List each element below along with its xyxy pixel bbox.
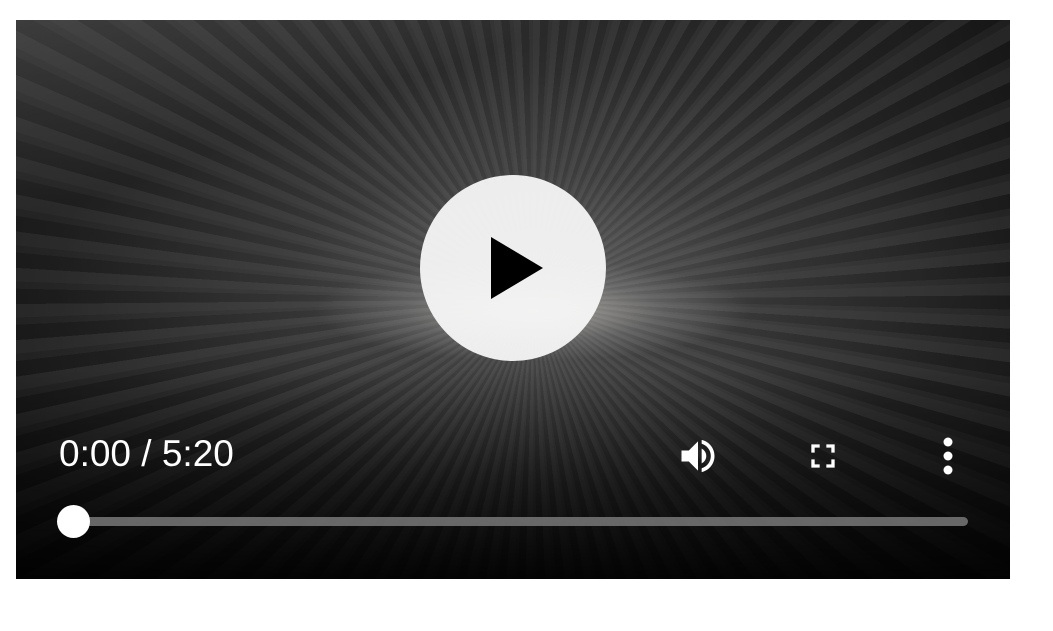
time-display: 0:00 / 5:20 xyxy=(59,432,234,476)
volume-button[interactable] xyxy=(674,432,722,480)
volume-icon xyxy=(681,439,715,473)
progress-bar[interactable] xyxy=(57,505,968,538)
more-vertical-icon xyxy=(943,437,953,475)
video-player[interactable]: 0:00 / 5:20 xyxy=(16,20,1010,579)
current-time: 0:00 xyxy=(59,433,132,474)
fullscreen-button[interactable] xyxy=(799,432,847,480)
more-options-button[interactable] xyxy=(924,432,972,480)
play-button[interactable] xyxy=(420,175,606,361)
play-icon xyxy=(491,237,543,299)
fullscreen-icon xyxy=(811,444,835,468)
time-separator: / xyxy=(141,433,152,474)
duration: 5:20 xyxy=(161,433,234,474)
progress-thumb[interactable] xyxy=(57,505,90,538)
